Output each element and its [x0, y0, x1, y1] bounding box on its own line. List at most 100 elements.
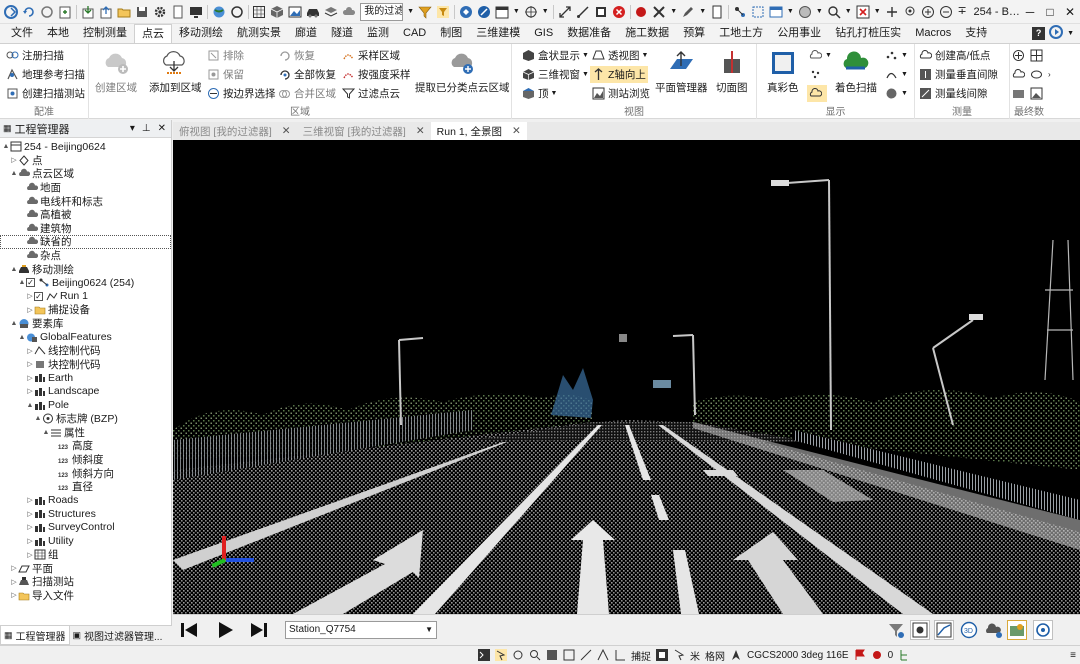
tab-drafting[interactable]: 制图: [433, 24, 469, 43]
tree-item[interactable]: ▷ Roads: [0, 493, 171, 507]
tree-item[interactable]: ▷ 块控制代码: [0, 358, 171, 372]
snap-search-icon[interactable]: [529, 649, 541, 661]
settings-view-button[interactable]: [1033, 620, 1053, 640]
tab-cad[interactable]: CAD: [396, 24, 433, 43]
app-logo-icon[interactable]: [4, 4, 18, 19]
view-tab-panorama[interactable]: Run 1, 全景图 ✕: [430, 122, 527, 140]
tree-item[interactable]: ▷ 组: [0, 548, 171, 562]
top-view-button[interactable]: 顶 ▼: [522, 85, 557, 102]
tree-item[interactable]: ▲ ✓ Beijing0624 (254): [0, 276, 171, 290]
snap-perpendicular-icon[interactable]: [614, 649, 626, 661]
layer-stack-icon[interactable]: [459, 5, 473, 19]
merge-region-button[interactable]: 合并区域: [278, 85, 336, 102]
map-display-button[interactable]: [1007, 620, 1027, 640]
keep-button[interactable]: 保留: [207, 66, 244, 83]
tab-utilities[interactable]: 公用事业: [770, 24, 828, 43]
tree-item[interactable]: ▷ Utility: [0, 534, 171, 548]
tab-file[interactable]: 文件: [4, 24, 40, 43]
panel-pin-button[interactable]: ⊥: [142, 123, 151, 134]
tree-item[interactable]: ▷ Earth: [0, 371, 171, 385]
tree-item[interactable]: ▲ GlobalFeatures: [0, 330, 171, 344]
terminal-icon[interactable]: [478, 649, 491, 661]
close-box-icon[interactable]: [856, 5, 870, 19]
plane-manager-button[interactable]: 平面管理器: [655, 48, 708, 95]
expand-toggle-icon[interactable]: ▲: [34, 415, 42, 422]
play-button[interactable]: [215, 620, 235, 640]
unit-label[interactable]: 米: [690, 648, 700, 663]
view-filter-combo[interactable]: 我的过滤…: [360, 2, 404, 21]
create-scan-station-button[interactable]: 创建扫描测站: [6, 85, 85, 102]
display-highlight-button[interactable]: [807, 85, 827, 102]
tab-mobile-mapping[interactable]: 移动测绘: [172, 24, 230, 43]
tree-item[interactable]: 杂点: [0, 249, 171, 263]
dropdown-arrow-icon[interactable]: ▼: [787, 5, 794, 19]
expand-toggle-icon[interactable]: ▲: [42, 429, 50, 436]
tree-item[interactable]: ▷ 平面: [0, 561, 171, 575]
tree-item[interactable]: 电线杆和标志: [0, 194, 171, 208]
expand-toggle-icon[interactable]: ▷: [10, 156, 18, 164]
3d-orbit-button[interactable]: 3D: [959, 620, 979, 640]
snap-line-icon[interactable]: [580, 649, 592, 661]
final-layers-button[interactable]: [1012, 85, 1028, 102]
expand-toggle-icon[interactable]: ▷: [26, 537, 34, 545]
tab-control-survey[interactable]: 控制测量: [76, 24, 134, 43]
final-picture-button[interactable]: [1030, 85, 1046, 102]
tab-data-prep[interactable]: 数据准备: [560, 24, 618, 43]
close-tab-icon[interactable]: ✕: [512, 125, 521, 137]
tree-item[interactable]: 建筑物: [0, 222, 171, 236]
skip-back-button[interactable]: [179, 620, 199, 640]
panel-tab-project-manager[interactable]: ▦ 工程管理器: [0, 626, 70, 645]
tab-support[interactable]: 支持: [958, 24, 994, 43]
status-menu-icon[interactable]: ≡: [1070, 650, 1076, 661]
display-curve-button[interactable]: ▼: [885, 66, 908, 83]
tab-gis[interactable]: GIS: [527, 24, 560, 43]
exclude-button[interactable]: 排除: [207, 47, 244, 64]
globe-icon[interactable]: [212, 5, 226, 19]
settings-gear-icon[interactable]: [153, 5, 167, 19]
maximize-button[interactable]: □: [1040, 2, 1060, 22]
scan-icon[interactable]: [751, 5, 765, 19]
final-shape-button[interactable]: [1030, 66, 1046, 83]
panel-tab-view-filter[interactable]: ▣ 视图过滤器管理...: [70, 626, 166, 645]
tree-item[interactable]: 123 倾斜方向: [0, 466, 171, 480]
dropdown-arrow-icon[interactable]: ▼: [874, 5, 881, 19]
close-window-button[interactable]: ✕: [1060, 2, 1080, 22]
z-up-button[interactable]: Z轴向上: [590, 66, 648, 83]
expand-toggle-icon[interactable]: ▲: [18, 279, 26, 286]
tab-point-cloud[interactable]: 点云: [134, 24, 172, 43]
true-color-button[interactable]: 真彩色: [767, 48, 799, 95]
refresh-icon[interactable]: [40, 5, 54, 19]
expand-toggle-icon[interactable]: ▲: [10, 266, 18, 273]
point-cloud-viewport[interactable]: [173, 140, 1080, 614]
window-icon[interactable]: [769, 5, 783, 19]
panel-dropdown-button[interactable]: ▾: [130, 123, 135, 134]
box-display-button[interactable]: 盒状显示 ▼: [522, 47, 589, 64]
frame-view-button[interactable]: [910, 620, 930, 640]
car-icon[interactable]: [306, 5, 320, 19]
expand-toggle-icon[interactable]: ▷: [26, 387, 34, 395]
colored-scan-button[interactable]: 着色扫描: [835, 48, 877, 95]
cut-view-button[interactable]: 切面图: [716, 48, 748, 95]
tree-item[interactable]: ▷ Landscape: [0, 385, 171, 399]
tab-construction-data[interactable]: 施工数据: [618, 24, 676, 43]
tree-item[interactable]: ▷ 捕捉设备: [0, 303, 171, 317]
minimize-button[interactable]: ─: [1020, 2, 1040, 22]
open-file-icon[interactable]: [117, 5, 131, 19]
flag-icon[interactable]: [854, 649, 866, 661]
expand-toggle-icon[interactable]: ▷: [26, 510, 34, 518]
ribbon-dropdown-icon[interactable]: ▼: [1067, 30, 1074, 37]
grid-label[interactable]: 格网: [705, 648, 725, 663]
tab-budget[interactable]: 预算: [676, 24, 712, 43]
view-tab-3d[interactable]: 三维视窗 [我的过滤器] ✕: [297, 122, 431, 140]
display-dots-button[interactable]: ▼: [885, 47, 908, 64]
tree-item[interactable]: ▷ 线控制代码: [0, 344, 171, 358]
target-icon[interactable]: [524, 5, 538, 19]
help-icon[interactable]: ?: [1032, 27, 1046, 40]
image-icon[interactable]: [288, 5, 302, 19]
tree-item[interactable]: 地面: [0, 181, 171, 195]
snap-point-icon[interactable]: [512, 649, 524, 661]
search-cloud-icon[interactable]: [827, 5, 841, 19]
record-icon[interactable]: [634, 5, 648, 19]
display-sphere-button[interactable]: ▼: [885, 85, 908, 102]
register-scan-button[interactable]: 注册扫描: [6, 47, 64, 64]
